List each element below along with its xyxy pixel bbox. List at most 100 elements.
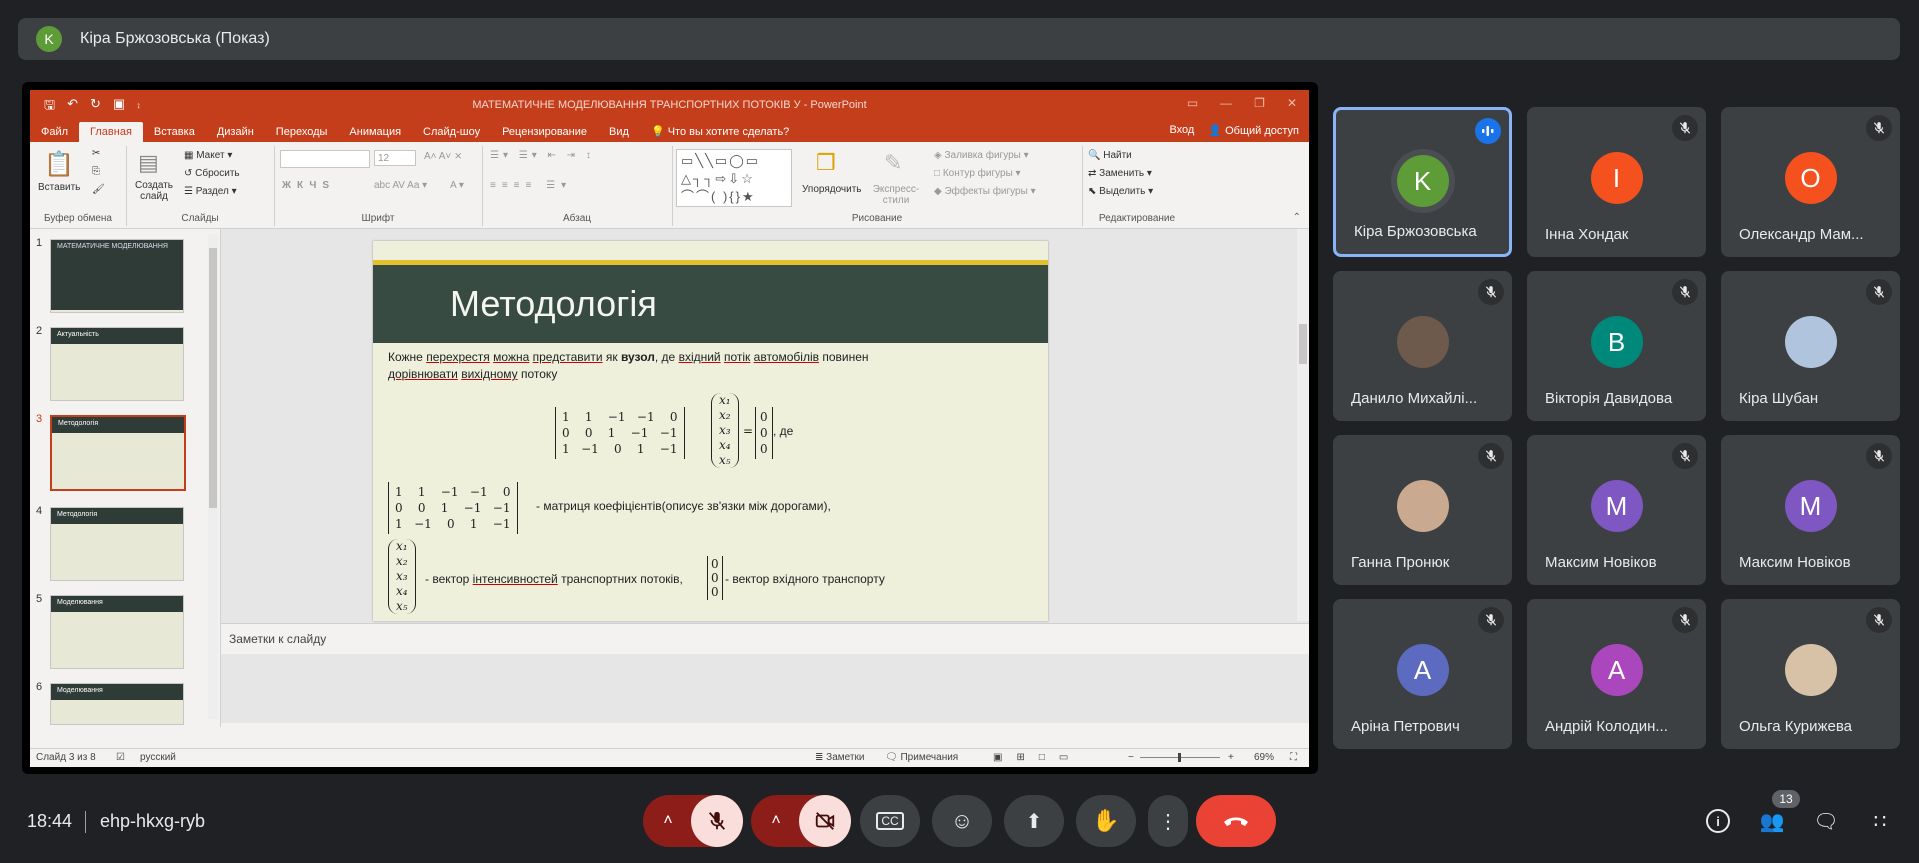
editor-scrollbar[interactable]	[1297, 229, 1309, 621]
tell-me-search[interactable]: 💡 Что вы хотите сделать?	[640, 122, 800, 142]
cut-icon[interactable]: ✂	[92, 148, 100, 159]
copy-icon[interactable]: ⎘	[92, 166, 100, 177]
tab-design[interactable]: Дизайн	[206, 122, 265, 142]
view-buttons[interactable]: ▣⊞□▭	[993, 752, 1082, 763]
tab-slideshow[interactable]: Слайд-шоу	[412, 122, 491, 142]
comments-toggle[interactable]: 🗨 Примечания	[885, 752, 958, 763]
font-name-input[interactable]	[280, 150, 370, 168]
paste-button[interactable]: Вставить	[38, 182, 80, 193]
new-slide-button[interactable]: Создать слайд	[132, 180, 176, 202]
people-button[interactable]: 👥	[1759, 808, 1785, 834]
thumbnail-slide-2[interactable]: Актуальність	[50, 327, 184, 401]
activities-button[interactable]: ∷	[1867, 808, 1893, 834]
zoom-out-icon[interactable]: −	[1128, 752, 1134, 763]
section-button[interactable]: ☰ Раздел ▾	[184, 186, 237, 197]
mic-toggle-button[interactable]	[691, 795, 743, 847]
replace-button[interactable]: ⇄ Заменить ▾	[1088, 168, 1152, 179]
reset-button[interactable]: ↺ Сбросить	[184, 168, 240, 179]
thumbnail-slide-4[interactable]: Методологія	[50, 507, 184, 581]
fit-slide-icon[interactable]: ⛶	[1290, 752, 1297, 763]
thumbnail-slide-1[interactable]: МАТЕМАТИЧНЕ МОДЕЛЮВАННЯ	[50, 239, 184, 313]
participant-tile[interactable]: B Вікторія Давидова	[1527, 271, 1706, 421]
video-options-button[interactable]: ˄	[751, 795, 801, 847]
slide-text-line-2[interactable]: дорівнювати вихідному потоку	[388, 367, 557, 381]
quick-styles-icon[interactable]: ✎	[884, 150, 902, 176]
layout-button[interactable]: ▦ Макет ▾	[184, 150, 232, 161]
slide-title[interactable]: Методологія	[450, 283, 657, 325]
emoji-icon: ☺	[950, 808, 974, 833]
captions-button[interactable]: CC	[860, 795, 920, 847]
tab-animation[interactable]: Анимация	[338, 122, 412, 142]
quick-styles-button[interactable]: Экспресс-стили	[868, 184, 924, 206]
shape-fill-button[interactable]: ◈ Заливка фигуры ▾	[934, 150, 1029, 161]
participant-tile[interactable]: Ольга Курижева	[1721, 599, 1900, 749]
participant-tile[interactable]: K Кіра Бржозовська	[1333, 107, 1512, 257]
font-spacing-icons[interactable]: abc AV Aa ▾	[374, 180, 427, 191]
language-indicator[interactable]: русский	[140, 752, 176, 763]
more-options-button[interactable]: ⋮	[1148, 795, 1188, 847]
participant-tile[interactable]: Кіра Шубан	[1721, 271, 1900, 421]
tab-home[interactable]: Главная	[79, 122, 143, 142]
select-button[interactable]: ⬉ Выделить ▾	[1088, 186, 1153, 197]
shapes-gallery[interactable]: ▭╲╲▭◯▭ △┐┐⇨⇩☆ ⌒⌒( ){}★	[676, 149, 792, 207]
share-button[interactable]: 👤 Общий доступ	[1208, 124, 1299, 137]
chat-button[interactable]: 🗨	[1813, 808, 1839, 834]
grow-font-icon[interactable]: A˄ A˅ ⨯	[424, 151, 462, 162]
list-icons[interactable]: ☰▾ ☰▾ ⇤ ⇥ ↕	[490, 150, 595, 161]
tab-file[interactable]: Файл	[30, 122, 79, 142]
collapse-ribbon-icon[interactable]: ⌃	[1293, 212, 1301, 223]
arrange-button[interactable]: Упорядочить	[802, 184, 862, 195]
tab-transitions[interactable]: Переходы	[265, 122, 339, 142]
meeting-code[interactable]: ehp-hkxg-ryb	[100, 811, 205, 832]
notes-pane[interactable]: Заметки к слайду	[221, 623, 1309, 654]
participant-tile[interactable]: A Аріна Петрович	[1333, 599, 1512, 749]
meeting-details-button[interactable]: i	[1705, 808, 1731, 834]
present-button[interactable]: ⬆	[1004, 795, 1064, 847]
format-painter-icon[interactable]: 🖌	[92, 184, 105, 195]
participant-tile[interactable]: M Максим Новіков	[1527, 435, 1706, 585]
participant-tile[interactable]: Данило Михайлі...	[1333, 271, 1512, 421]
font-format-icons[interactable]: ЖКЧS	[282, 180, 335, 191]
thumbnail-slide-6[interactable]: Моделювання	[50, 683, 184, 725]
paste-icon[interactable]: 📋	[44, 150, 74, 179]
raise-hand-button[interactable]: ✋	[1076, 795, 1136, 847]
audio-options-button[interactable]: ˄	[643, 795, 693, 847]
font-color-icon[interactable]: A ▾	[450, 180, 464, 191]
more-vert-icon: ⋮	[1158, 810, 1178, 833]
tab-insert[interactable]: Вставка	[143, 122, 206, 142]
minimize-icon[interactable]: —	[1220, 96, 1232, 110]
tab-view[interactable]: Вид	[598, 122, 640, 142]
zoom-slider-thumb[interactable]	[1178, 753, 1181, 762]
ribbon-display-icon[interactable]: ▭	[1187, 96, 1198, 110]
spellcheck-icon[interactable]: ☑	[116, 752, 125, 763]
zoom-in-icon[interactable]: +	[1228, 752, 1234, 763]
leave-call-button[interactable]	[1196, 795, 1276, 847]
participant-tile[interactable]: A Андрій Колодин...	[1527, 599, 1706, 749]
find-button[interactable]: 🔍 Найти	[1088, 150, 1132, 161]
slide-text-line-1[interactable]: Кожне перехрестя можна представити як ву…	[388, 350, 869, 364]
notes-toggle[interactable]: ≣ Заметки	[815, 752, 864, 763]
align-icons[interactable]: ≡≡≡≡ ☰▾	[490, 180, 572, 191]
participant-tile[interactable]: M Максим Новіков	[1721, 435, 1900, 585]
arrange-icon[interactable]: ❒	[816, 150, 836, 176]
participant-tile[interactable]: Ганна Пронюк	[1333, 435, 1512, 585]
reactions-button[interactable]: ☺	[932, 795, 992, 847]
thumbnails-scrollbar[interactable]	[208, 234, 218, 719]
scrollbar-thumb[interactable]	[209, 248, 217, 508]
zoom-level[interactable]: 69%	[1254, 752, 1274, 763]
thumbnail-slide-3[interactable]: Методологія	[50, 415, 186, 491]
current-slide[interactable]: Методологія Кожне перехрестя можна предс…	[373, 241, 1048, 621]
new-slide-icon[interactable]: ▤	[138, 150, 159, 176]
camera-toggle-button[interactable]	[799, 795, 851, 847]
tab-review[interactable]: Рецензирование	[491, 122, 598, 142]
close-icon[interactable]: ✕	[1287, 96, 1297, 110]
shape-effects-button[interactable]: ◆ Эффекты фигуры ▾	[934, 186, 1036, 197]
participant-tile[interactable]: I Інна Хондак	[1527, 107, 1706, 257]
thumbnail-slide-5[interactable]: Моделювання	[50, 595, 184, 669]
scrollbar-thumb[interactable]	[1299, 324, 1307, 364]
shape-outline-button[interactable]: □ Контур фигуры ▾	[934, 168, 1021, 179]
login-link[interactable]: Вход	[1169, 124, 1194, 137]
participant-tile[interactable]: O Олександр Мам...	[1721, 107, 1900, 257]
font-size-input[interactable]: 12	[374, 150, 416, 166]
restore-icon[interactable]: ❐	[1254, 96, 1265, 110]
